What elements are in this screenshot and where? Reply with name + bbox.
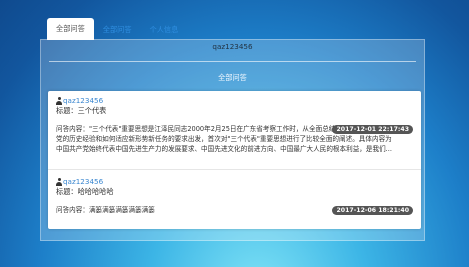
current-username: qaz123456 (212, 42, 253, 51)
question-list: qaz123456 标题：三个代表 问答内容："三个代表"重要思想是江泽民同志2… (48, 91, 421, 229)
question-title[interactable]: 标题：三个代表 (56, 106, 413, 116)
timestamp-badge: 2017-12-06 18:21:40 (332, 206, 413, 215)
question-author[interactable]: qaz123456 (56, 177, 413, 187)
content-line: 党的历史经验和如何适应新形势新任务的要求出发，首次对"三个代表"重要思想进行了比… (56, 135, 392, 143)
author-name[interactable]: qaz123456 (63, 177, 103, 187)
user-icon (56, 97, 62, 105)
item-divider (48, 169, 421, 170)
question-item[interactable]: qaz123456 标题：哈哈哈哈哈 问答内容：满篓满篓满篓满篓满篓 2017-… (56, 177, 413, 215)
tab-all-questions[interactable]: 全部问答 (47, 18, 94, 40)
timestamp-badge: 2017-12-01 22:17:43 (332, 125, 413, 134)
tab-personal-info[interactable]: 个人信息 (141, 20, 188, 40)
tab-all-questions-2[interactable]: 全部问答 (94, 20, 141, 40)
question-title[interactable]: 标题：哈哈哈哈哈 (56, 187, 413, 197)
user-icon (56, 178, 62, 186)
question-item[interactable]: qaz123456 标题：三个代表 问答内容："三个代表"重要思想是江泽民同志2… (56, 96, 413, 154)
author-name[interactable]: qaz123456 (63, 96, 103, 106)
question-author[interactable]: qaz123456 (56, 96, 413, 106)
content-line: 中国共产党始终代表中国先进生产力的发展要求、中国先进文化的前进方向、中国最广大人… (56, 145, 392, 153)
section-title: 全部问答 (218, 73, 247, 82)
main-panel: qaz123456 全部问答 qaz123456 标题：三个代表 问答内容："三… (40, 39, 425, 241)
tab-bar: 全部问答 全部问答 个人信息 (47, 18, 187, 40)
divider (49, 61, 416, 62)
